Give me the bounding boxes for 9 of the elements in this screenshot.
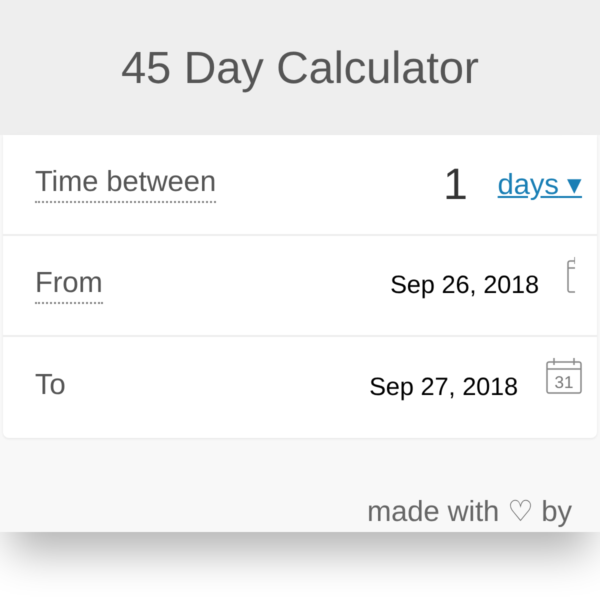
date-value[interactable]: Sep 27, 2018: [369, 373, 518, 402]
page-title: 45 Day Calculator: [121, 42, 479, 94]
duration-value[interactable]: 1: [443, 160, 468, 210]
date-value[interactable]: Sep 26, 2018: [390, 271, 539, 300]
footer-text: made with ♡ by: [367, 495, 572, 529]
field-label: To: [35, 369, 66, 403]
field-label: Time between: [35, 166, 216, 203]
unit-dropdown[interactable]: days ▾: [498, 167, 582, 202]
field-label: From: [35, 267, 103, 304]
